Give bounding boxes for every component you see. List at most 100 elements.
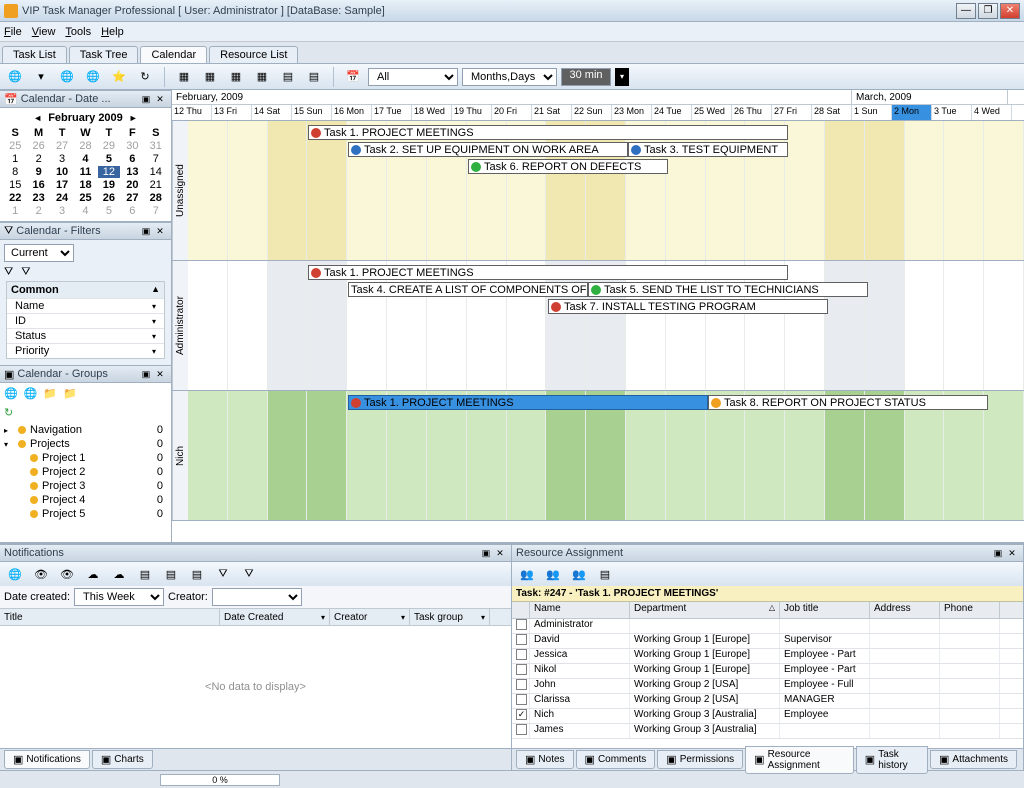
gantt-task[interactable]: Task 2. SET UP EQUIPMENT ON WORK AREA — [348, 142, 628, 157]
close-button[interactable]: ✕ — [1000, 3, 1020, 19]
res-col-job-title[interactable]: Job title — [780, 602, 870, 618]
tool-star-icon[interactable]: ⭐ — [108, 67, 130, 87]
calendar-day[interactable]: 23 — [27, 192, 49, 204]
notif-tool-icon[interactable]: ☁ — [82, 564, 104, 584]
notif-tool-icon[interactable]: 🌐 — [4, 564, 26, 584]
menu-file[interactable]: File — [4, 26, 22, 38]
calendar-day[interactable]: 21 — [145, 179, 167, 191]
gantt-task[interactable]: Task 4. CREATE A LIST OF COMPONENTS OF E… — [348, 282, 588, 297]
gantt-task[interactable]: Task 3. TEST EQUIPMENT — [628, 142, 788, 157]
mini-calendar[interactable]: ◄ February 2009 ► SMTWTFS252627282930311… — [0, 108, 171, 222]
res-tool-icon[interactable]: 👥 — [516, 564, 538, 584]
tool-refresh-icon[interactable]: ↻ — [134, 67, 156, 87]
filter-clear-icon[interactable]: ⛛ — [21, 266, 30, 279]
group-add-icon[interactable]: 🌐 — [4, 387, 18, 400]
notif-tool-icon[interactable]: ☁ — [108, 564, 130, 584]
resource-row[interactable]: ✓NichWorking Group 3 [Australia]Employee — [512, 709, 1023, 724]
panel-dock-icon[interactable]: ▣ — [139, 92, 153, 106]
panel-close-icon[interactable]: ✕ — [493, 546, 507, 560]
filter-apply-icon[interactable]: ⛛ — [4, 266, 13, 279]
checkbox[interactable] — [516, 619, 527, 630]
calendar-day[interactable]: 26 — [98, 192, 120, 204]
tab-resource-list[interactable]: Resource List — [209, 46, 298, 63]
interval-dropdown-icon[interactable]: ▾ — [615, 68, 629, 86]
res-tab-permissions[interactable]: ▣Permissions — [657, 750, 743, 769]
calendar-day[interactable]: 1 — [4, 153, 26, 165]
view-gantt-icon[interactable]: ▤ — [303, 67, 325, 87]
notif-filter-icon[interactable]: ⛛ — [212, 564, 234, 584]
calendar-day[interactable]: 8 — [4, 166, 26, 178]
notif-col-date-created[interactable]: Date Created ▾ — [220, 609, 330, 625]
calendar-day[interactable]: 12 — [98, 166, 120, 178]
group-project-2[interactable]: Project 20 — [4, 465, 167, 479]
resource-row[interactable]: JohnWorking Group 2 [USA]Employee - Full — [512, 679, 1023, 694]
tab-task-tree[interactable]: Task Tree — [69, 46, 139, 63]
prev-month-icon[interactable]: ◄ — [33, 113, 42, 123]
calendar-day[interactable]: 5 — [98, 205, 120, 217]
calendar-day[interactable]: 3 — [51, 153, 73, 165]
group-delete-icon[interactable]: 📁 — [63, 387, 77, 400]
calendar-day[interactable]: 27 — [51, 140, 73, 152]
notif-col-title[interactable]: Title — [0, 609, 220, 625]
calendar-day[interactable]: 2 — [27, 153, 49, 165]
res-tool-icon[interactable]: 👥 — [542, 564, 564, 584]
panel-close-icon[interactable]: ✕ — [153, 367, 167, 381]
gantt-task[interactable]: Task 1. PROJECT MEETINGS — [348, 395, 708, 410]
checkbox[interactable] — [516, 634, 527, 645]
calendar-day[interactable]: 2 — [27, 205, 49, 217]
scale-select[interactable]: Months,Days — [462, 68, 557, 86]
group-project-5[interactable]: Project 50 — [4, 507, 167, 521]
notif-tool-icon[interactable]: ▤ — [160, 564, 182, 584]
notif-col-creator[interactable]: Creator ▾ — [330, 609, 410, 625]
calendar-day[interactable]: 6 — [121, 205, 143, 217]
group-project-3[interactable]: Project 30 — [4, 479, 167, 493]
notif-tool-icon[interactable]: 👁 — [56, 564, 78, 584]
checkbox[interactable] — [516, 724, 527, 735]
calendar-day[interactable]: 14 — [145, 166, 167, 178]
notif-tab-charts[interactable]: ▣Charts — [92, 750, 153, 769]
date-created-select[interactable]: This Week — [74, 588, 164, 606]
creator-select[interactable] — [212, 588, 302, 606]
interval-display[interactable]: 30 min — [561, 68, 611, 86]
menu-view[interactable]: View — [32, 26, 56, 38]
res-tool-icon[interactable]: 👥 — [568, 564, 590, 584]
calendar-day[interactable]: 22 — [4, 192, 26, 204]
view-week-icon[interactable]: ▦ — [199, 67, 221, 87]
group-navigation[interactable]: ▸Navigation0 — [4, 423, 167, 437]
res-col-phone[interactable]: Phone — [940, 602, 1000, 618]
calendar-day[interactable]: 7 — [145, 205, 167, 217]
notif-tool-icon[interactable]: ▤ — [186, 564, 208, 584]
gantt-task[interactable]: Task 8. REPORT ON PROJECT STATUS — [708, 395, 988, 410]
view-timeline-icon[interactable]: ▤ — [277, 67, 299, 87]
filter-preset-select[interactable]: Current — [4, 244, 74, 262]
notif-col-task-group[interactable]: Task group ▾ — [410, 609, 490, 625]
calendar-day[interactable]: 24 — [51, 192, 73, 204]
calendar-day[interactable]: 19 — [98, 179, 120, 191]
panel-dock-icon[interactable]: ▣ — [139, 367, 153, 381]
panel-close-icon[interactable]: ✕ — [153, 224, 167, 238]
filter-field-id[interactable]: ID▾ — [7, 313, 164, 328]
group-folder-icon[interactable]: 📁 — [43, 387, 57, 400]
tool-add-icon[interactable]: 🌐 — [4, 67, 26, 87]
resource-row[interactable]: NikolWorking Group 1 [Europe]Employee - … — [512, 664, 1023, 679]
res-col-name[interactable]: Name — [530, 602, 630, 618]
resource-row[interactable]: JamesWorking Group 3 [Australia] — [512, 724, 1023, 739]
minimize-button[interactable]: — — [956, 3, 976, 19]
group-project-1[interactable]: Project 10 — [4, 451, 167, 465]
calendar-day[interactable]: 7 — [145, 153, 167, 165]
refresh-icon[interactable]: ↻ — [4, 407, 13, 419]
calendar-day[interactable]: 5 — [98, 153, 120, 165]
tool-delete-icon[interactable]: 🌐 — [82, 67, 104, 87]
checkbox[interactable]: ✓ — [516, 709, 527, 720]
notif-filter-icon[interactable]: ⛛ — [238, 564, 260, 584]
calendar-day[interactable]: 17 — [51, 179, 73, 191]
panel-dock-icon[interactable]: ▣ — [139, 224, 153, 238]
filter-field-name[interactable]: Name▾ — [7, 298, 164, 313]
calendar-day[interactable]: 28 — [74, 140, 96, 152]
group-project-4[interactable]: Project 40 — [4, 493, 167, 507]
group-projects[interactable]: ▾Projects0 — [4, 437, 167, 451]
calendar-day[interactable]: 13 — [121, 166, 143, 178]
view-year-icon[interactable]: ▦ — [251, 67, 273, 87]
tool-globe-icon[interactable]: 🌐 — [56, 67, 78, 87]
tab-task-list[interactable]: Task List — [2, 46, 67, 63]
